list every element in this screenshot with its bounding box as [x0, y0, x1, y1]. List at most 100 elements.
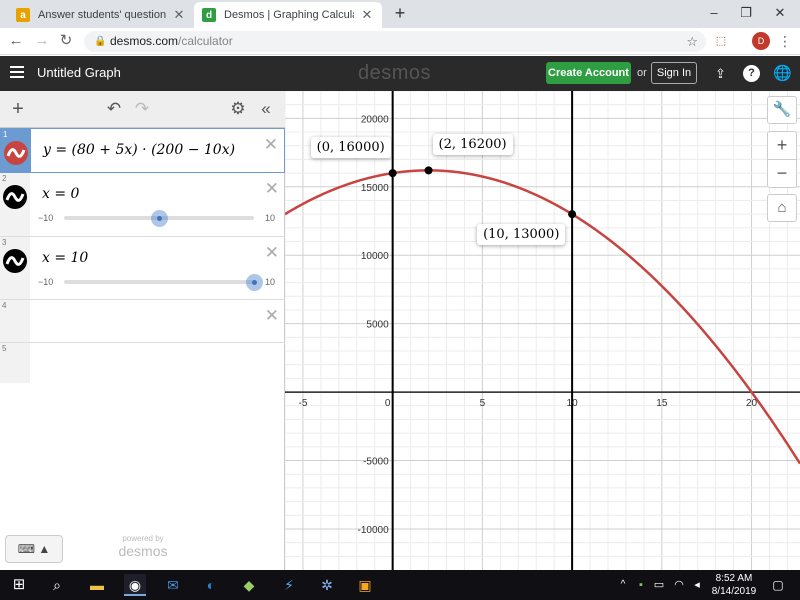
y-tick-label: 5000 — [366, 320, 389, 331]
expression-row-4[interactable]: 4 ✕ — [0, 300, 285, 343]
collapse-panel-icon[interactable]: « — [256, 99, 276, 119]
graph-paper[interactable]: -5 0 5 10 15 20 -10000 -5000 5000 10000 15000 20000… — [285, 91, 800, 570]
point-marker — [388, 169, 397, 178]
outlook-icon[interactable]: ✉ — [162, 574, 184, 596]
point-label[interactable]: (10, 13000) — [477, 224, 566, 246]
default-view-home-icon[interactable]: ⌂ — [767, 194, 797, 222]
restore-icon[interactable]: ❐ — [732, 3, 760, 23]
zoom-out-button[interactable]: − — [767, 159, 797, 188]
slider-knob[interactable] — [245, 274, 263, 291]
powered-by-desmos: powered by desmos — [110, 534, 176, 559]
app-icon-bolt[interactable]: ⚡ — [278, 574, 300, 596]
slider-knob[interactable] — [150, 210, 168, 227]
point-label[interactable]: (2, 16200) — [432, 134, 513, 156]
app-icon-blue[interactable]: ◐ — [200, 574, 222, 596]
file-explorer-icon[interactable]: ▬ — [86, 574, 108, 596]
expression-number: 3 — [2, 238, 7, 247]
volume-icon[interactable]: ◂ — [690, 574, 704, 596]
delete-expression-icon[interactable]: ✕ — [265, 243, 279, 263]
add-item-button[interactable]: + — [8, 99, 28, 119]
tray-up-arrow-icon[interactable]: ^ — [616, 574, 630, 596]
y-tick-label: -5000 — [363, 457, 389, 468]
address-bar[interactable]: 🔒 desmos.com/calculator ☆ — [84, 31, 706, 52]
url-host: desmos.com — [110, 34, 179, 48]
zoom-in-button[interactable]: + — [767, 131, 797, 160]
expression-number: 4 — [2, 301, 7, 310]
hamburger-menu-icon[interactable] — [10, 66, 24, 78]
back-arrow-icon[interactable]: ← — [6, 31, 26, 51]
globe-icon[interactable]: 🌐 — [773, 65, 792, 82]
slider-track[interactable] — [64, 274, 263, 291]
chrome-icon[interactable]: ◉ — [124, 574, 146, 596]
slider-min[interactable]: −10 — [38, 277, 53, 287]
notifications-icon[interactable]: ▢ — [768, 574, 788, 596]
battery-icon[interactable]: ▭ — [652, 574, 666, 596]
slider-expression[interactable]: x = 0 — [42, 186, 79, 202]
expression-row-2[interactable]: 2 x = 0 −10 10 ✕ — [0, 173, 285, 237]
help-icon[interactable]: ? — [743, 65, 760, 82]
expression-number: 1 — [3, 130, 8, 139]
browser-tab-strip: a Answer students' questions and I ✕ d D… — [0, 0, 800, 28]
y-tick-label: -10000 — [358, 525, 390, 536]
graph-color-icon[interactable] — [4, 141, 28, 165]
graph-title[interactable]: Untitled Graph — [37, 65, 121, 80]
tab-desmos[interactable]: d Desmos | Graphing Calculator ✕ — [194, 2, 382, 28]
desmos-favicon-icon: d — [202, 8, 216, 22]
graph-color-icon[interactable] — [3, 185, 27, 209]
expression-formula[interactable]: y = (80 + 5x) · (200 − 10x) — [43, 142, 235, 158]
expression-row-3[interactable]: 3 x = 10 −10 10 ✕ — [0, 237, 285, 300]
keyboard-toggle-button[interactable]: ⌨ ▲ — [5, 535, 63, 563]
system-clock[interactable]: 8:52 AM 8/14/2019 — [710, 572, 758, 598]
y-tick-label: 15000 — [361, 183, 389, 194]
delete-expression-icon[interactable]: ✕ — [264, 135, 278, 155]
browser-toolbar: ← → ↻ 🔒 desmos.com/calculator ☆ ⬚ D ⋮ — [0, 28, 800, 55]
app-icon-settings[interactable]: ✲ — [316, 574, 338, 596]
x-tick-label: -5 — [298, 398, 307, 409]
slider-min[interactable]: −10 — [38, 213, 53, 223]
undo-icon[interactable]: ↶ — [104, 99, 124, 119]
powered-by-text: powered by — [122, 534, 164, 543]
x-tick-label: 20 — [746, 398, 758, 409]
app-icon-orange[interactable]: ▣ — [354, 574, 376, 596]
windows-start-icon[interactable]: ⊞ — [8, 574, 30, 596]
close-tab-icon[interactable]: ✕ — [360, 7, 374, 23]
lock-icon: 🔒 — [94, 36, 107, 47]
tab-answer-questions[interactable]: a Answer students' questions and I ✕ — [8, 2, 194, 28]
clock-time: 8:52 AM — [715, 573, 753, 584]
menu-dots-icon[interactable]: ⋮ — [776, 32, 794, 50]
delete-expression-icon[interactable]: ✕ — [265, 306, 279, 326]
app-icon-green[interactable]: ◆ — [238, 574, 260, 596]
tray-app-icon[interactable]: ▪ — [634, 574, 648, 596]
close-window-icon[interactable]: ✕ — [766, 3, 794, 23]
graph-canvas[interactable]: -5 0 5 10 15 20 -10000 -5000 5000 10000 15000 20000 — [285, 91, 800, 570]
share-icon[interactable]: ⇪ — [712, 65, 729, 82]
clock-date: 8/14/2019 — [711, 586, 757, 597]
graph-color-icon[interactable] — [3, 249, 27, 273]
x-tick-label: 10 — [567, 398, 579, 409]
new-tab-button[interactable]: + — [386, 3, 414, 23]
reload-icon[interactable]: ↻ — [56, 31, 76, 51]
bookmark-star-icon[interactable]: ☆ — [686, 31, 698, 52]
close-tab-icon[interactable]: ✕ — [172, 7, 186, 23]
pdf-extension-icon[interactable]: ⬚ — [712, 32, 730, 50]
slider-max[interactable]: 10 — [265, 277, 275, 287]
slider-max[interactable]: 10 — [265, 213, 275, 223]
url-path: /calculator — [178, 34, 233, 48]
sign-in-button[interactable]: Sign In — [651, 62, 697, 84]
point-label[interactable]: (0, 16000) — [310, 137, 391, 159]
expression-panel: + ↶ ↷ ⚙ « 1 y = (80 + 5x) · (200 − 10x) … — [0, 91, 285, 570]
tab-title: Desmos | Graphing Calculator — [224, 9, 354, 21]
settings-gear-icon[interactable]: ⚙ — [228, 99, 248, 119]
slider-expression[interactable]: x = 10 — [42, 250, 88, 266]
create-account-button[interactable]: Create Account — [546, 62, 631, 84]
graph-settings-wrench-icon[interactable]: 🔧 — [767, 96, 797, 124]
expression-row-1[interactable]: 1 y = (80 + 5x) · (200 − 10x) ✕ — [0, 128, 285, 173]
slider-track[interactable] — [64, 210, 254, 227]
search-icon[interactable]: ⌕ — [46, 574, 68, 596]
profile-avatar[interactable]: D — [752, 32, 770, 50]
forward-arrow-icon[interactable]: → — [32, 31, 52, 51]
redo-icon[interactable]: ↷ — [132, 99, 152, 119]
wifi-icon[interactable]: ◠ — [672, 574, 686, 596]
delete-expression-icon[interactable]: ✕ — [265, 179, 279, 199]
minimize-icon[interactable]: – — [700, 3, 728, 23]
